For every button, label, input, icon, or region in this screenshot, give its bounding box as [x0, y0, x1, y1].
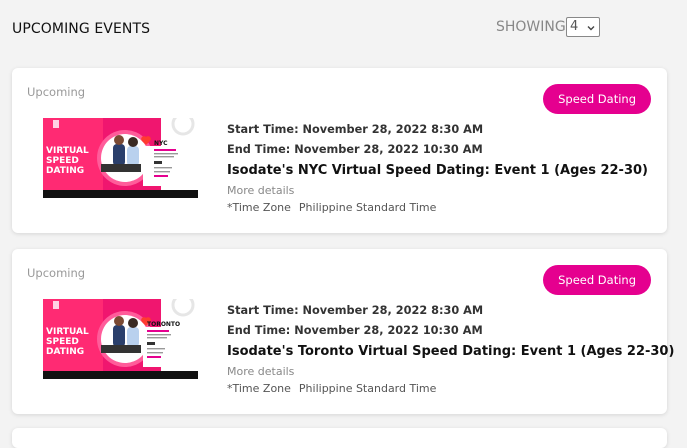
event-start-time: Start Time: November 28, 2022 8:30 AM [227, 304, 484, 317]
showing-count-select[interactable]: 4 [566, 17, 600, 37]
thumbnail-city: TORONTO [147, 321, 180, 328]
thumbnail-text-line2: SPEED [46, 337, 79, 347]
thumbnail-text-line2: SPEED [46, 156, 79, 166]
more-details-link[interactable]: More details [227, 363, 647, 380]
chevron-down-icon [587, 26, 595, 31]
events-header: UPCOMING EVENTS SHOWING 4 [0, 0, 687, 60]
page-title: UPCOMING EVENTS [12, 21, 151, 37]
thumbnail-city: NYC [154, 140, 168, 147]
timezone-value: Philippine Standard Time [298, 382, 437, 395]
event-card[interactable]: Upcoming Speed Dating VIRTUAL SPEED DATI… [12, 68, 667, 233]
event-card-partial[interactable] [12, 428, 667, 448]
event-timezone: *Time Zone Philippine Standard Time [227, 199, 647, 216]
showing-count-value: 4 [570, 19, 579, 34]
event-start-time: Start Time: November 28, 2022 8:30 AM [227, 123, 484, 136]
thumbnail-text-line3: DATING [46, 347, 84, 357]
event-end-time: End Time: November 28, 2022 10:30 AM [227, 324, 483, 337]
showing-label: SHOWING [496, 19, 566, 35]
thumbnail-text-line1: VIRTUAL [46, 146, 89, 156]
timezone-value: Philippine Standard Time [298, 201, 437, 214]
event-title[interactable]: Isodate's Toronto Virtual Speed Dating: … [227, 342, 674, 362]
event-info: Start Time: November 28, 2022 8:30 AM En… [227, 120, 648, 216]
event-title[interactable]: Isodate's NYC Virtual Speed Dating: Even… [227, 161, 648, 181]
event-card[interactable]: Upcoming Speed Dating VIRTUAL SPEED DATI… [12, 249, 674, 414]
event-info: Start Time: November 28, 2022 8:30 AM En… [227, 301, 674, 397]
event-thumbnail[interactable]: VIRTUAL SPEED DATING NYC [43, 118, 198, 198]
event-end-time: End Time: November 28, 2022 10:30 AM [227, 143, 483, 156]
event-timezone: *Time Zone Philippine Standard Time [227, 380, 647, 397]
category-badge[interactable]: Speed Dating [543, 84, 651, 114]
event-thumbnail[interactable]: VIRTUAL SPEED DATING TORONTO [43, 299, 198, 379]
event-status: Upcoming [27, 85, 86, 99]
timezone-label: *Time Zone [227, 201, 291, 214]
more-details-link[interactable]: More details [227, 182, 647, 199]
category-badge[interactable]: Speed Dating [543, 265, 651, 295]
thumbnail-text-line3: DATING [46, 166, 84, 176]
event-status: Upcoming [27, 266, 86, 280]
timezone-label: *Time Zone [227, 382, 291, 395]
thumbnail-text-line1: VIRTUAL [46, 327, 89, 337]
